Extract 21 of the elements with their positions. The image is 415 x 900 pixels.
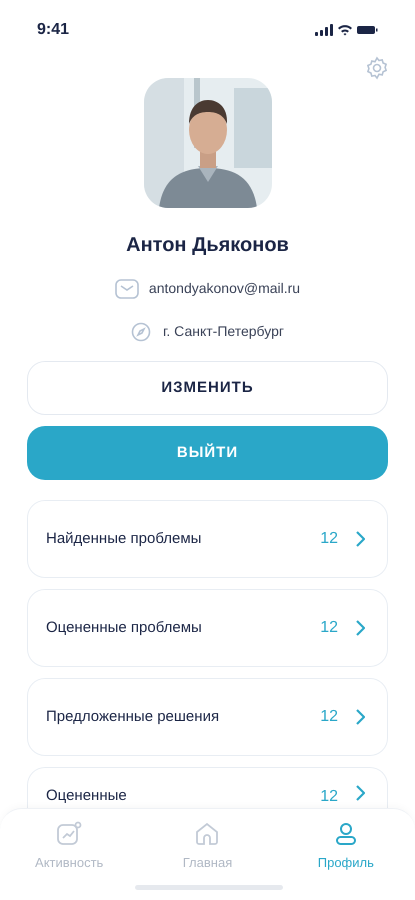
chevron-right-icon: [356, 709, 365, 725]
home-icon: [194, 821, 220, 847]
edit-button[interactable]: ИЗМЕНИТЬ: [27, 361, 388, 415]
settings-icon[interactable]: [365, 56, 389, 80]
stat-row[interactable]: Найденные проблемы 12: [27, 500, 388, 578]
chevron-right-icon: [356, 785, 365, 801]
battery-icon: [357, 26, 378, 34]
wifi-icon: [338, 24, 352, 36]
signal-icon: [315, 24, 333, 36]
stat-row[interactable]: Предложенные решения 12: [27, 678, 388, 756]
compass-icon: [131, 322, 151, 342]
status-time: 9:41: [37, 20, 70, 40]
chart-icon: [56, 821, 82, 847]
email-text: antondyakonov@mail.ru: [148, 279, 300, 298]
city-text: г. Санкт-Петербург: [163, 322, 284, 341]
mail-icon: [114, 278, 139, 298]
stat-row[interactable]: Оцененные проблемы 12: [27, 589, 388, 667]
profile-name: Антон Дьяконов: [126, 233, 289, 258]
chevron-right-icon: [356, 620, 365, 636]
chevron-right-icon: [356, 531, 365, 547]
stat-row[interactable]: Оцененные 12: [27, 767, 388, 809]
